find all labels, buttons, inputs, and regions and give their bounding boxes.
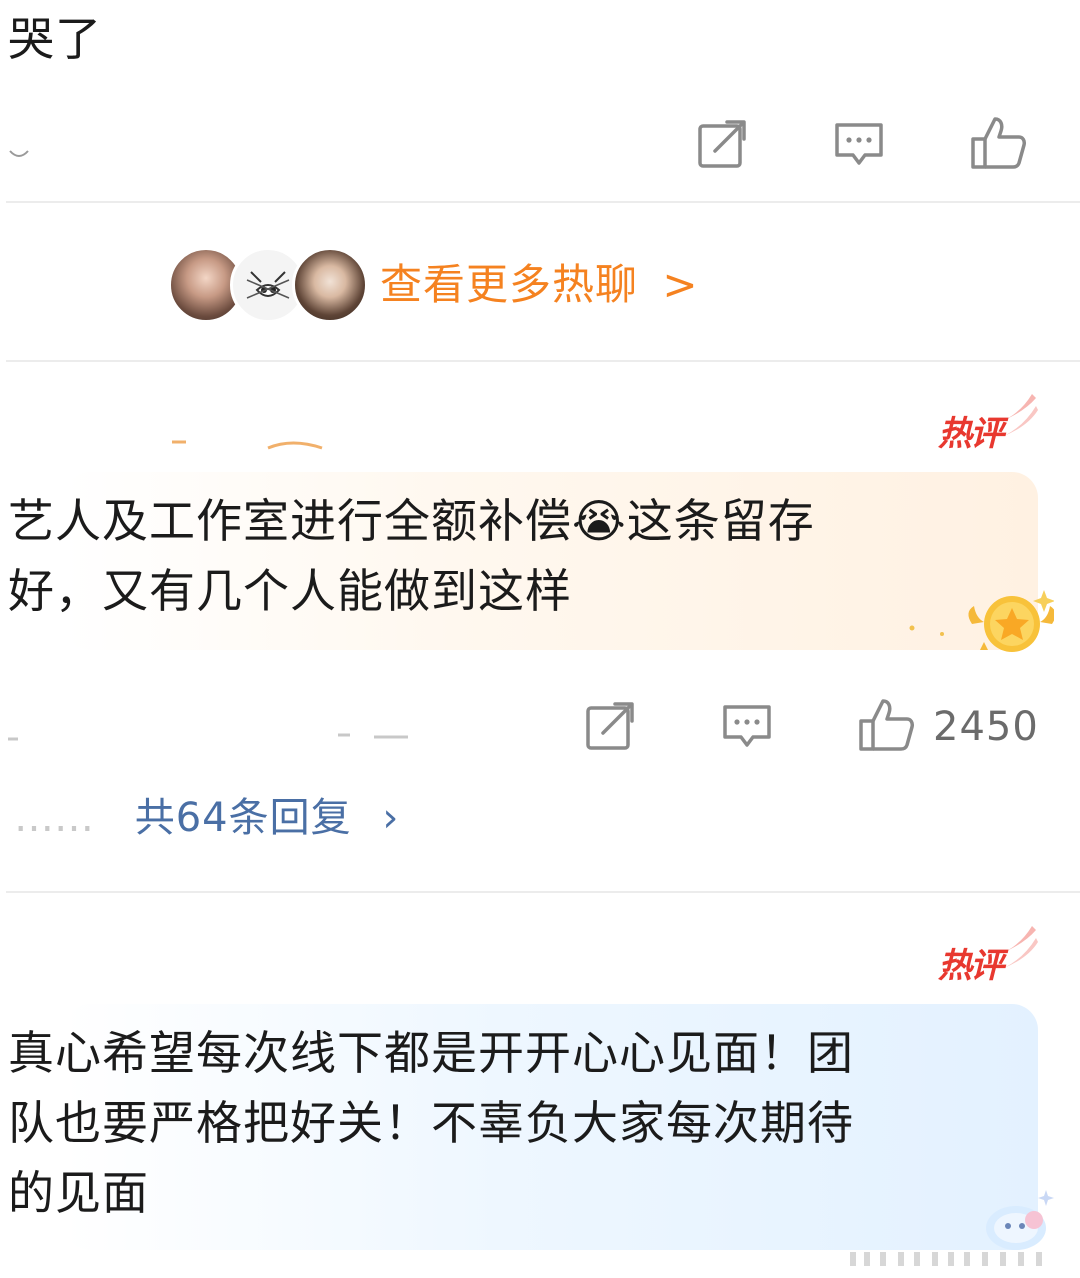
faint-meta bbox=[8, 146, 30, 157]
chevron-right-icon: › bbox=[382, 795, 399, 841]
comment-text-line: 艺人及工作室进行全额补偿 bbox=[8, 494, 572, 548]
divider bbox=[6, 360, 1080, 362]
star-medal-icon bbox=[904, 584, 1056, 654]
hot-comment-badge: 热评 bbox=[938, 392, 1038, 462]
comment-text-line: 真心希望每次线下都是开开心心见面！团 bbox=[8, 1026, 854, 1080]
divider bbox=[6, 891, 1080, 893]
watermark bbox=[850, 1246, 1070, 1270]
divider bbox=[6, 201, 1080, 203]
comment-icon[interactable] bbox=[721, 699, 773, 755]
avatar bbox=[292, 247, 368, 323]
comment-actions: 2450 bbox=[585, 697, 1039, 757]
hot-comment-badge: 热评 bbox=[938, 924, 1038, 994]
replies-label: 共64条回复 bbox=[134, 795, 352, 841]
replies-dots: …… bbox=[14, 795, 94, 841]
comment-icon[interactable] bbox=[833, 117, 885, 173]
like-icon[interactable] bbox=[969, 115, 1027, 175]
share-icon[interactable] bbox=[585, 699, 637, 755]
hot-comment-label: 热评 bbox=[938, 946, 1004, 986]
hot-comment-label: 热评 bbox=[938, 414, 1004, 454]
avatar-stack[interactable] bbox=[168, 247, 368, 323]
comment-text: 真心希望每次线下都是开开心心见面！团 队也要严格把好关！不辜负大家每次期待 的见… bbox=[8, 1018, 854, 1228]
comment-actions bbox=[697, 115, 1027, 175]
like-icon[interactable] bbox=[857, 697, 915, 757]
comment-text: 艺人及工作室进行全额补偿😭这条留存 好，又有几个人能做到这样 bbox=[8, 486, 815, 626]
comment-text-line: 的见面 bbox=[8, 1166, 149, 1220]
more-hot-chat-label: 查看更多热聊 bbox=[380, 260, 639, 309]
username-placeholder bbox=[172, 437, 332, 451]
faint-meta bbox=[8, 728, 408, 742]
share-icon[interactable] bbox=[697, 117, 749, 173]
view-replies-link[interactable]: …… 共64条回复 › bbox=[14, 790, 398, 846]
comment-text-line: 好，又有几个人能做到这样 bbox=[8, 564, 572, 618]
more-hot-chat-link[interactable]: 查看更多热聊 > bbox=[380, 256, 699, 314]
like-count: 2450 bbox=[933, 704, 1039, 750]
comment-text-line: 这条留存 bbox=[626, 494, 815, 548]
comment-text-line: 队也要严格把好关！不辜负大家每次期待 bbox=[8, 1096, 854, 1150]
chevron-right-icon: > bbox=[662, 260, 699, 309]
comment-text: 哭了 bbox=[8, 12, 102, 66]
crying-emoji-icon: 😭 bbox=[572, 494, 627, 548]
